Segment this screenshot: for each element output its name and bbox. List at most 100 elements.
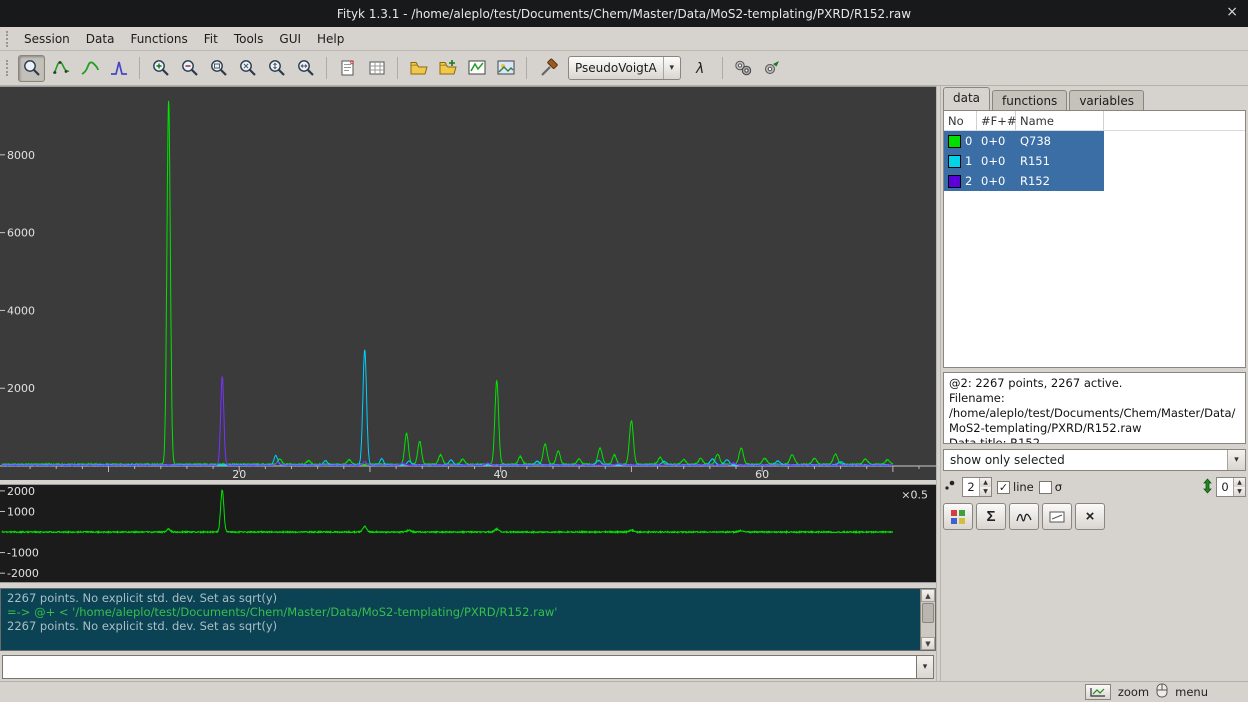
- spin-up-icon[interactable]: ▲: [980, 478, 991, 487]
- column-header-name[interactable]: Name: [1016, 111, 1104, 130]
- sidebar-panel: datafunctionsvariables No#F+#Name 00+0Q7…: [941, 86, 1248, 681]
- close-icon[interactable]: ×: [1226, 4, 1238, 20]
- menu-bar: SessionDataFunctionsFitToolsGUIHelp: [0, 27, 1248, 51]
- data-range-mode-icon: [51, 58, 71, 78]
- baseline-mode-button[interactable]: [76, 55, 103, 82]
- data-editor-icon: [338, 58, 358, 78]
- console-line: =-> @+ < '/home/aleplo/test/Documents/Ch…: [7, 605, 915, 619]
- data-info-line: Data title: R152: [949, 436, 1240, 444]
- zoom-horizontal-button[interactable]: [292, 55, 319, 82]
- menu-data[interactable]: Data: [78, 29, 123, 49]
- zoom-out-button[interactable]: [176, 55, 203, 82]
- open-data-file-button[interactable]: [405, 55, 432, 82]
- formula-button[interactable]: [1042, 503, 1072, 530]
- spin-down-icon[interactable]: ▼: [980, 487, 991, 496]
- coordinates-format-button[interactable]: [1085, 684, 1111, 700]
- data-row-Q738[interactable]: 00+0Q738: [944, 131, 1245, 151]
- script-button[interactable]: [1009, 503, 1039, 530]
- spin-up-icon[interactable]: ▲: [1234, 478, 1245, 487]
- zoom-previous-button[interactable]: [205, 55, 232, 82]
- scroll-up-icon[interactable]: ▲: [921, 589, 935, 602]
- main-plot-canvas: 2040602000400060008000: [0, 87, 936, 480]
- settings-button[interactable]: [730, 55, 757, 82]
- spin-down-icon[interactable]: ▼: [1234, 487, 1245, 496]
- filter-dropdown[interactable]: show only selected ▾: [943, 449, 1246, 471]
- y-tick-label: 4000: [7, 304, 35, 317]
- dataset-number: 2: [965, 174, 972, 188]
- aux-y-tick-label: -2000: [7, 567, 39, 580]
- append-data-file-icon: [438, 58, 458, 78]
- save-image-icon: [496, 58, 516, 78]
- data-row-R152[interactable]: 20+0R152: [944, 171, 1245, 191]
- series-R151: [2, 350, 893, 465]
- aux-y-tick-label: 1000: [7, 505, 35, 518]
- dataset-color-swatch: [948, 175, 961, 188]
- aux-plot[interactable]: 20001000-1000-2000×0.5: [0, 484, 936, 583]
- settings-icon: [733, 58, 753, 78]
- menu-help[interactable]: Help: [309, 29, 352, 49]
- aux-scale-label: ×0.5: [901, 489, 928, 502]
- menubar-grip[interactable]: [6, 31, 11, 47]
- x-tick-label: 20: [232, 468, 246, 480]
- data-table-button[interactable]: [363, 55, 390, 82]
- menu-session[interactable]: Session: [16, 29, 78, 49]
- shift-updown-icon: [1202, 478, 1213, 497]
- scroll-thumb[interactable]: [922, 603, 934, 623]
- chevron-down-icon[interactable]: ▾: [663, 57, 680, 79]
- line-checkbox[interactable]: ✓: [997, 481, 1010, 494]
- point-size-value: 2: [963, 478, 979, 496]
- sigma-checkbox[interactable]: [1039, 481, 1052, 494]
- zoom-in-button[interactable]: [147, 55, 174, 82]
- series-R152: [2, 376, 893, 465]
- toolbar-grip[interactable]: [6, 60, 11, 76]
- dataset-color-swatch: [948, 155, 961, 168]
- command-input[interactable]: [2, 655, 917, 679]
- plot-style-button[interactable]: [943, 503, 973, 530]
- execute-script-button[interactable]: [759, 55, 786, 82]
- point-size-stepper[interactable]: 2 ▲▼: [962, 477, 992, 497]
- menu-gui[interactable]: GUI: [271, 29, 309, 49]
- scroll-down-icon[interactable]: ▼: [921, 637, 935, 650]
- data-list[interactable]: No#F+#Name 00+0Q73810+0R15120+0R152: [943, 110, 1246, 368]
- output-console: 2267 points. No explicit std. dev. Set a…: [0, 588, 936, 651]
- column-header-no[interactable]: No: [944, 111, 977, 130]
- dataset-name: R152: [1016, 171, 1104, 191]
- zoom-all-button[interactable]: [234, 55, 261, 82]
- sum-button[interactable]: Σ: [976, 503, 1006, 530]
- console-line: 2267 points. No explicit std. dev. Set a…: [7, 619, 915, 633]
- delete-button[interactable]: ×: [1075, 503, 1105, 530]
- data-row-R151[interactable]: 10+0R151: [944, 151, 1245, 171]
- tab-variables[interactable]: variables: [1069, 90, 1144, 110]
- run-fit-button[interactable]: [534, 55, 561, 82]
- tab-functions[interactable]: functions: [992, 90, 1067, 110]
- save-image-button[interactable]: [492, 55, 519, 82]
- main-plot[interactable]: 2040602000400060008000: [0, 86, 936, 480]
- shift-stepper[interactable]: 0 ▲▼: [1216, 477, 1246, 497]
- menu-functions[interactable]: Functions: [122, 29, 195, 49]
- zoom-vertical-button[interactable]: [263, 55, 290, 82]
- define-function-button[interactable]: λ: [688, 55, 715, 82]
- dataset-number: 0: [965, 134, 972, 148]
- data-info: @2: 2267 points, 2267 active.Filename: /…: [943, 372, 1246, 444]
- add-peak-mode-button[interactable]: [105, 55, 132, 82]
- data-range-mode-button[interactable]: [47, 55, 74, 82]
- dataset-functions-count: 0+0: [977, 131, 1016, 151]
- append-data-file-button[interactable]: [434, 55, 461, 82]
- zoom-select-mode-icon: [22, 58, 42, 78]
- column-header-f[interactable]: #F+#: [977, 111, 1016, 130]
- script-icon: [1015, 510, 1033, 524]
- dataset-number: 1: [965, 154, 972, 168]
- console-scrollbar[interactable]: ▲ ▼: [920, 589, 935, 650]
- tab-data[interactable]: data: [943, 87, 990, 110]
- mouse-left-hint: zoom: [1118, 685, 1149, 699]
- menu-fit[interactable]: Fit: [196, 29, 226, 49]
- export-plot-button[interactable]: [463, 55, 490, 82]
- zoom-select-mode-button[interactable]: [18, 55, 45, 82]
- input-history-arrow-icon[interactable]: ▾: [917, 655, 934, 679]
- dataset-name: R151: [1016, 151, 1104, 171]
- peak-type-combo[interactable]: PseudoVoigtA▾: [568, 56, 681, 80]
- menu-tools[interactable]: Tools: [226, 29, 272, 49]
- zoom-horizontal-icon: [296, 58, 316, 78]
- data-editor-button[interactable]: [334, 55, 361, 82]
- zoom-vertical-icon: [267, 58, 287, 78]
